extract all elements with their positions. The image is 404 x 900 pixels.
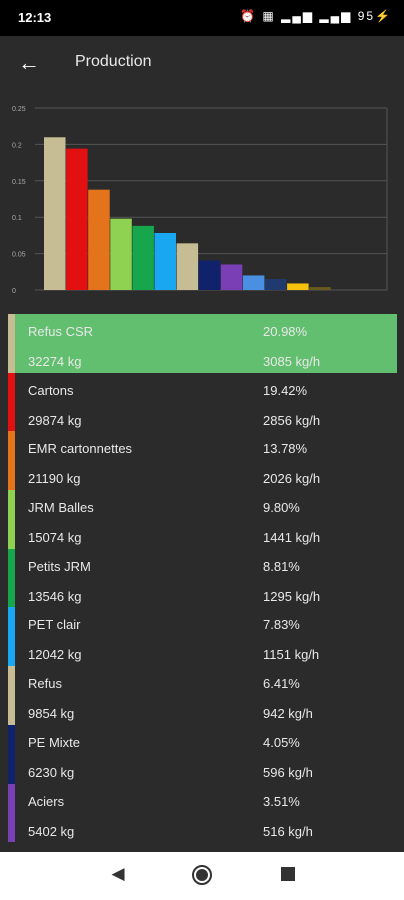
y-tick-label: 0.05 xyxy=(12,252,26,259)
item-percent: 13.78% xyxy=(263,441,308,457)
item-rate: 1295 kg/h xyxy=(263,588,321,604)
item-weight: 13546 kg xyxy=(28,588,82,604)
battery-level: 95 xyxy=(357,9,376,23)
item-weight: 5402 kg xyxy=(28,823,75,839)
bar xyxy=(154,232,176,290)
color-stripe xyxy=(8,431,15,491)
production-bar-chart: 0 0.05 0.1 0.15 0.2 0.25 xyxy=(0,100,404,300)
item-rate: 2856 kg/h xyxy=(263,412,321,428)
item-rate: 3085 kg/h xyxy=(263,354,321,369)
system-nav-bar: ◀ xyxy=(0,852,404,900)
bar xyxy=(66,148,88,290)
bar xyxy=(287,283,309,290)
item-rate: 516 kg/h xyxy=(263,823,313,839)
status-bar: 12:13 ⏰ ▦ ▂▄▆ ▂▄▆ 95⚡ xyxy=(0,0,404,36)
list-item[interactable]: PET clair 7.83% 12042 kg 1151 kg/h xyxy=(8,607,397,667)
color-stripe xyxy=(8,783,15,843)
item-name: EMR cartonnettes xyxy=(28,441,133,457)
bar xyxy=(132,225,154,290)
list-item[interactable]: Refus 6.41% 9854 kg 942 kg/h xyxy=(8,666,397,725)
color-stripe xyxy=(8,372,15,432)
bar xyxy=(176,243,199,290)
color-stripe xyxy=(8,724,15,784)
item-percent: 4.05% xyxy=(263,734,300,750)
item-weight: 29874 kg xyxy=(28,412,82,428)
item-name: Cartons xyxy=(28,382,74,398)
item-name: JRM Balles xyxy=(28,500,94,516)
item-name: PE Mixte xyxy=(28,734,81,750)
item-weight: 6230 kg xyxy=(28,764,75,780)
list-item[interactable]: Refus CSR 20.98% 32274 kg 3085 kg/h xyxy=(8,314,397,373)
bar xyxy=(242,275,265,290)
bar xyxy=(265,279,287,290)
bar xyxy=(220,264,243,290)
item-percent: 8.81% xyxy=(263,558,300,574)
item-rate: 1151 kg/h xyxy=(263,647,320,663)
list-item[interactable]: Aciers 3.51% 5402 kg 516 kg/h xyxy=(8,783,397,843)
item-weight: 9854 kg xyxy=(28,706,75,722)
nav-recents-icon[interactable] xyxy=(279,865,297,883)
color-stripe xyxy=(8,548,15,608)
item-weight: 21190 kg xyxy=(28,471,81,487)
page-title: Production xyxy=(75,53,152,70)
status-time: 12:13 xyxy=(18,10,52,25)
item-rate: 596 kg/h xyxy=(263,764,313,780)
item-percent: 19.42% xyxy=(263,382,308,398)
production-list[interactable]: Refus CSR 20.98% 32274 kg 3085 kg/h Cartons 1… xyxy=(8,314,397,846)
status-icons: ⏰ ▦ ▂▄▆ ▂▄▆ 95⚡ xyxy=(240,9,392,23)
item-name: Petits JRM xyxy=(28,558,91,574)
item-percent: 20.98% xyxy=(263,324,308,339)
bar xyxy=(309,287,331,290)
y-tick-label: 0 xyxy=(12,288,16,295)
item-percent: 7.83% xyxy=(263,617,300,633)
y-tick-label: 0.15 xyxy=(12,179,26,186)
list-item[interactable]: JRM Balles 9.80% 15074 kg 1441 kg/h xyxy=(8,490,397,549)
nav-back-icon[interactable]: ◀ xyxy=(108,864,128,884)
item-weight: 15074 kg xyxy=(28,530,82,546)
list-item[interactable]: PE Mixte 4.05% 6230 kg 596 kg/h xyxy=(8,724,397,784)
y-tick-label: 0.2 xyxy=(12,142,22,149)
item-name: PET clair xyxy=(28,617,81,633)
list-item[interactable]: EMR cartonnettes 13.78% 21190 kg 2026 kg/h xyxy=(8,431,397,491)
y-tick-label: 0.1 xyxy=(12,215,22,222)
app-bar: ← Production xyxy=(0,36,404,92)
item-name: Refus CSR xyxy=(28,324,94,339)
color-stripe xyxy=(8,607,15,667)
color-stripe xyxy=(8,666,15,725)
item-rate: 2026 kg/h xyxy=(263,471,321,487)
back-arrow-icon[interactable]: ← xyxy=(14,48,44,78)
nav-home-icon[interactable] xyxy=(191,864,213,886)
color-stripe xyxy=(8,314,15,373)
bar xyxy=(198,260,221,290)
item-percent: 9.80% xyxy=(263,500,300,516)
bar xyxy=(88,189,110,290)
bar xyxy=(44,137,66,290)
item-percent: 3.51% xyxy=(263,793,300,809)
item-weight: 12042 kg xyxy=(28,647,82,663)
item-percent: 6.41% xyxy=(263,676,300,692)
item-rate: 1441 kg/h xyxy=(263,530,321,546)
item-name: Aciers xyxy=(28,793,65,809)
color-stripe xyxy=(8,490,15,549)
item-name: Refus xyxy=(28,676,62,692)
list-item[interactable]: Petits JRM 8.81% 13546 kg 1295 kg/h xyxy=(8,548,397,608)
bar xyxy=(110,218,132,290)
list-item[interactable]: Cartons 19.42% 29874 kg 2856 kg/h xyxy=(8,372,397,432)
y-tick-label: 0.25 xyxy=(12,106,26,113)
item-weight: 32274 kg xyxy=(28,354,82,369)
item-rate: 942 kg/h xyxy=(263,706,313,722)
